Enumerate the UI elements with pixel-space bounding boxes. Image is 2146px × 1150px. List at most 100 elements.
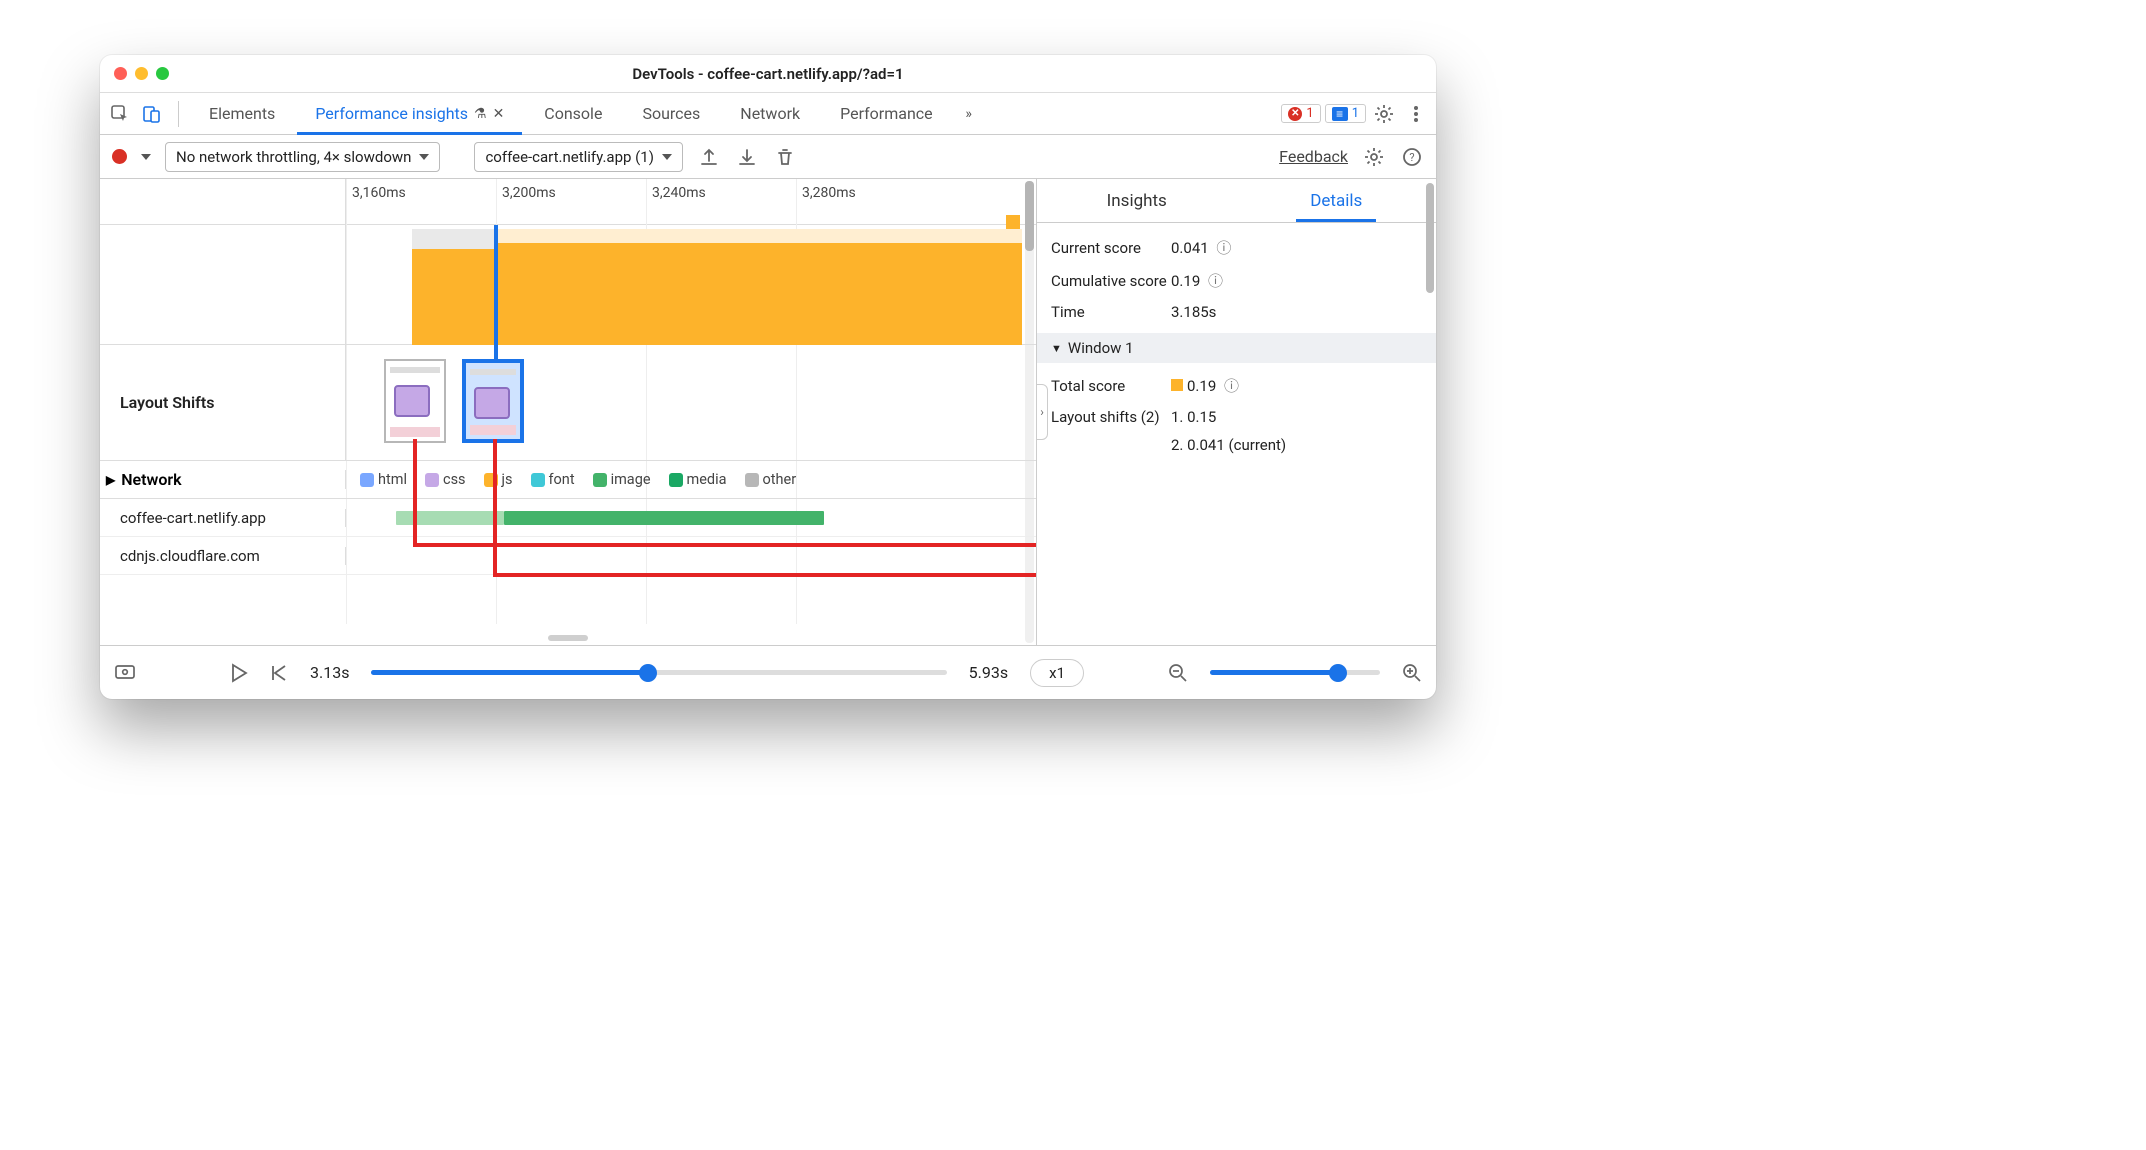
minimize-window-button[interactable] bbox=[135, 67, 148, 80]
record-icon bbox=[112, 149, 127, 164]
host-label: coffee-cart.netlify.app bbox=[100, 509, 346, 527]
tab-console[interactable]: Console bbox=[526, 93, 620, 134]
network-host-row[interactable]: coffee-cart.netlify.app bbox=[100, 499, 1036, 537]
close-tab-icon[interactable]: ✕ bbox=[493, 106, 505, 122]
layout-shifts-track: Layout Shifts bbox=[100, 345, 1036, 461]
settings-button[interactable] bbox=[1370, 100, 1398, 128]
responsive-icon bbox=[142, 104, 162, 124]
errors-count: 1 bbox=[1306, 106, 1313, 121]
import-button[interactable] bbox=[735, 145, 759, 169]
chevron-down-icon bbox=[662, 154, 672, 160]
time-tick: 3,280ms bbox=[796, 179, 946, 224]
upload-icon bbox=[699, 147, 719, 167]
cumulative-score-label: Cumulative score bbox=[1051, 272, 1171, 290]
layout-shift-item[interactable]: 2. 0.041 (current) bbox=[1171, 436, 1286, 454]
layout-shift-thumb-2[interactable] bbox=[462, 359, 524, 443]
gear-icon bbox=[1374, 104, 1394, 124]
tab-performance-insights[interactable]: Performance insights ⚗ ✕ bbox=[297, 93, 522, 134]
throttling-select[interactable]: No network throttling, 4× slowdown bbox=[165, 142, 440, 172]
play-icon bbox=[230, 663, 248, 683]
kebab-menu-button[interactable] bbox=[1402, 100, 1430, 128]
cls-track bbox=[100, 225, 1036, 345]
tab-network[interactable]: Network bbox=[722, 93, 818, 134]
feedback-link[interactable]: Feedback bbox=[1279, 147, 1348, 166]
layout-shift-thumb-1[interactable] bbox=[384, 359, 446, 443]
tab-performance[interactable]: Performance bbox=[822, 93, 951, 134]
time-label: Time bbox=[1051, 303, 1171, 321]
info-icon[interactable]: ⓘ bbox=[1216, 239, 1231, 257]
info-icon[interactable]: ⓘ bbox=[1224, 377, 1239, 395]
device-toolbar-icon[interactable] bbox=[138, 100, 166, 128]
skip-back-icon bbox=[270, 663, 288, 683]
close-window-button[interactable] bbox=[114, 67, 127, 80]
cumulative-score-value: 0.19 bbox=[1171, 272, 1200, 290]
window-title: DevTools - coffee-cart.netlify.app/?ad=1 bbox=[100, 65, 1436, 83]
preview-toggle-button[interactable] bbox=[114, 663, 136, 683]
scrubber[interactable] bbox=[371, 670, 946, 675]
details-tabs: Insights Details bbox=[1037, 179, 1436, 223]
more-tabs-button[interactable]: » bbox=[955, 100, 983, 128]
annotation-line bbox=[413, 543, 1036, 547]
trash-icon bbox=[775, 147, 795, 167]
cls-swatch-icon bbox=[1171, 379, 1183, 391]
tab-elements[interactable]: Elements bbox=[191, 93, 293, 134]
zoom-slider[interactable] bbox=[1210, 670, 1380, 675]
playback-end-time: 5.93s bbox=[969, 663, 1008, 682]
layout-shifts-count-label: Layout shifts (2) bbox=[1051, 408, 1171, 428]
messages-badge[interactable]: ≡ 1 bbox=[1325, 104, 1366, 123]
record-button[interactable] bbox=[112, 149, 127, 164]
messages-count: 1 bbox=[1352, 106, 1359, 121]
inspect-cursor-icon bbox=[110, 104, 130, 124]
tab-details[interactable]: Details bbox=[1237, 179, 1437, 222]
zoom-in-button[interactable] bbox=[1402, 663, 1422, 683]
current-score-value: 0.041 bbox=[1171, 239, 1209, 257]
timeline-panel[interactable]: 3,160ms 3,200ms 3,240ms 3,280ms Layout S bbox=[100, 179, 1036, 645]
time-tick: 3,200ms bbox=[496, 179, 646, 224]
tab-sources[interactable]: Sources bbox=[624, 93, 718, 134]
record-menu-dropdown[interactable] bbox=[141, 154, 151, 160]
devtools-tabsbar: Elements Performance insights ⚗ ✕ Consol… bbox=[100, 93, 1436, 135]
panel-settings-button[interactable] bbox=[1362, 145, 1386, 169]
devtools-window: DevTools - coffee-cart.netlify.app/?ad=1… bbox=[100, 55, 1436, 699]
kebab-icon bbox=[1413, 104, 1419, 124]
time-tick: 3,160ms bbox=[346, 179, 496, 224]
insights-toolbar: No network throttling, 4× slowdown coffe… bbox=[100, 135, 1436, 179]
errors-badge[interactable]: ✕ 1 bbox=[1281, 104, 1320, 123]
zoom-in-icon bbox=[1402, 663, 1422, 683]
annotation-line bbox=[413, 439, 417, 547]
network-label[interactable]: ▶ Network bbox=[100, 470, 346, 489]
zoom-out-button[interactable] bbox=[1168, 663, 1188, 683]
layout-shift-item[interactable]: 1. 0.15 bbox=[1171, 408, 1286, 426]
playback-bar: 3.13s 5.93s x1 bbox=[100, 645, 1436, 699]
throttling-label: No network throttling, 4× slowdown bbox=[176, 148, 411, 166]
total-score-value: 0.19 bbox=[1187, 377, 1216, 395]
help-icon: ? bbox=[1402, 147, 1422, 167]
host-label: cdnjs.cloudflare.com bbox=[100, 547, 346, 565]
annotation-line bbox=[493, 573, 1036, 577]
info-icon[interactable]: ⓘ bbox=[1208, 272, 1223, 290]
play-button[interactable] bbox=[230, 663, 248, 683]
window-section-header[interactable]: ▼ Window 1 bbox=[1037, 333, 1436, 363]
rewind-button[interactable] bbox=[270, 663, 288, 683]
zoom-window-button[interactable] bbox=[156, 67, 169, 80]
inspect-element-icon[interactable] bbox=[106, 100, 134, 128]
help-button[interactable]: ? bbox=[1400, 145, 1424, 169]
playback-speed-button[interactable]: x1 bbox=[1030, 659, 1084, 687]
timeline-ruler[interactable]: 3,160ms 3,200ms 3,240ms 3,280ms bbox=[100, 179, 1036, 225]
svg-text:?: ? bbox=[1409, 151, 1414, 164]
delete-button[interactable] bbox=[773, 145, 797, 169]
collapse-sidebar-button[interactable]: › bbox=[1036, 384, 1048, 440]
details-pane: › Insights Details Current score 0.041 ⓘ… bbox=[1036, 179, 1436, 645]
annotation-line bbox=[493, 439, 497, 577]
tab-insights[interactable]: Insights bbox=[1037, 179, 1237, 222]
main-split: 3,160ms 3,200ms 3,240ms 3,280ms Layout S bbox=[100, 179, 1436, 645]
gear-icon bbox=[1364, 147, 1384, 167]
error-icon: ✕ bbox=[1288, 107, 1302, 121]
recording-select[interactable]: coffee-cart.netlify.app (1) bbox=[474, 142, 682, 172]
current-score-label: Current score bbox=[1051, 239, 1171, 257]
zoom-out-icon bbox=[1168, 663, 1188, 683]
layout-shifts-label: Layout Shifts bbox=[100, 345, 346, 460]
panel-resize-handle[interactable] bbox=[548, 635, 588, 641]
window-label: Window 1 bbox=[1068, 339, 1134, 357]
export-button[interactable] bbox=[697, 145, 721, 169]
